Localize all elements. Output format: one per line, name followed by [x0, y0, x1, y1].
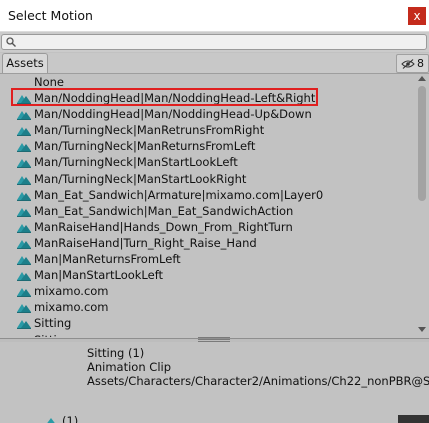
list-item-label: mixamo.com: [34, 284, 109, 299]
close-icon[interactable]: x: [413, 9, 420, 23]
animation-clip-icon: [47, 418, 55, 423]
list-item-label: Man|ManStartLookLeft: [34, 268, 164, 283]
list-scrollbar[interactable]: [415, 74, 429, 337]
list-item[interactable]: mixamo.com: [0, 299, 414, 315]
search-icon: [6, 37, 16, 47]
search-bar: [0, 32, 429, 52]
list-item-label: ManRaiseHand|Hands_Down_From_RightTurn: [34, 219, 293, 234]
list-item[interactable]: Man/TurningNeck|ManStartLookRight: [0, 171, 414, 187]
animation-clip-icon: [17, 272, 31, 282]
list-item[interactable]: ManRaiseHand|Hands_Down_From_RightTurn: [0, 219, 414, 235]
scroll-thumb[interactable]: [418, 86, 426, 201]
animation-clip-icon: [17, 207, 31, 217]
list-item-label: Man/TurningNeck|ManReturnsFromLeft: [34, 139, 256, 154]
list-item-label: mixamo.com: [34, 300, 109, 315]
animation-clip-icon: [17, 111, 31, 121]
animation-clip-icon: [17, 127, 31, 137]
list-item-label: Man_Eat_Sandwich|Armature|mixamo.com|Lay…: [34, 187, 324, 202]
animation-clip-icon: [17, 256, 31, 265]
list-item-label: Man|ManReturnsFromLeft: [34, 252, 181, 266]
animation-clip-icon: [17, 143, 31, 153]
info-asset-name: Sitting (1): [87, 346, 145, 360]
list-item-label: Man_Eat_Sandwich|Man_Eat_SandwichAction: [34, 203, 294, 218]
list-item-none[interactable]: None: [0, 74, 414, 90]
list-item[interactable]: ManRaiseHand|Turn_Right_Raise_Hand: [0, 235, 414, 251]
animation-clip-icon: [17, 223, 31, 233]
scroll-down-arrow-icon[interactable]: [418, 327, 426, 332]
list-item[interactable]: Man/TurningNeck|ManReturnsFromLeft: [0, 138, 414, 154]
list-item-label: Man/NoddingHead|Man/NoddingHead-Left&Rig…: [34, 91, 316, 105]
hidden-count: 8: [417, 57, 424, 70]
list-item[interactable]: Man/NoddingHead|Man/NoddingHead-Up&Down: [0, 106, 414, 122]
list-item[interactable]: Man/TurningNeck|ManRetrunsFromRight: [0, 122, 414, 138]
list-item[interactable]: mixamo.com: [0, 283, 414, 299]
list-item[interactable]: Sitting: [0, 315, 414, 331]
animation-clip-icon: [17, 320, 31, 330]
list-item-label: None: [34, 75, 65, 89]
info-asset-type: Animation Clip: [87, 360, 172, 374]
window-title: Select Motion: [8, 8, 93, 23]
list-item-label: Man/NoddingHead|Man/NoddingHead-Up&Down: [34, 107, 312, 122]
list-item-label: Man/TurningNeck|ManRetrunsFromRight: [34, 123, 265, 138]
tab-assets[interactable]: Assets: [2, 53, 48, 73]
list-item[interactable]: Man/TurningNeck|ManStartLookLeft: [0, 154, 414, 170]
list-item-label: ManRaiseHand|Turn_Right_Raise_Hand: [34, 235, 257, 250]
list-item[interactable]: Man/NoddingHead|Man/NoddingHead-Left&Rig…: [0, 90, 414, 106]
motion-list[interactable]: None Man/NoddingHead|Man/NoddingHead-Lef…: [0, 74, 414, 337]
search-input[interactable]: [1, 34, 427, 50]
animation-clip-icon: [17, 304, 31, 314]
list-item[interactable]: Man|ManStartLookLeft: [0, 267, 414, 283]
animation-clip-icon: [17, 159, 31, 169]
close-button[interactable]: x: [408, 7, 426, 25]
list-item-label: Man/TurningNeck|ManStartLookRight: [34, 171, 247, 186]
info-asset-path: Assets/Characters/Character2/Animations/…: [87, 374, 429, 388]
list-item[interactable]: Man_Eat_Sandwich|Armature|mixamo.com|Lay…: [0, 187, 414, 203]
bottom-preview-strip: (1): [0, 413, 429, 423]
list-item[interactable]: Man_Eat_Sandwich|Man_Eat_SandwichAction: [0, 203, 414, 219]
animation-clip-icon: [21, 336, 23, 337]
preview-toolbar-edge: [398, 415, 429, 423]
preview-info-panel: Sitting (1) Animation Clip Assets/Charac…: [0, 342, 429, 423]
animation-clip-icon: [17, 191, 31, 201]
list-item-label: Sitting: [34, 316, 72, 331]
animation-clip-icon: [17, 175, 31, 185]
tab-bar: Assets 8: [0, 53, 429, 74]
animation-clip-icon: [17, 239, 31, 249]
animation-clip-icon: [17, 95, 31, 104]
title-bar: Select Motion x: [0, 0, 429, 32]
animation-clip-icon: [17, 288, 31, 298]
list-item-label: Sitting: [34, 332, 71, 338]
list-item-label: Man/TurningNeck|ManStartLookLeft: [34, 155, 238, 170]
scroll-up-arrow-icon[interactable]: [418, 76, 426, 81]
list-item[interactable]: Man|ManReturnsFromLeft: [0, 251, 414, 267]
hidden-packages-toggle[interactable]: 8: [396, 54, 429, 73]
bottom-partial-label: (1): [62, 414, 79, 423]
eye-slash-icon: [401, 58, 415, 69]
